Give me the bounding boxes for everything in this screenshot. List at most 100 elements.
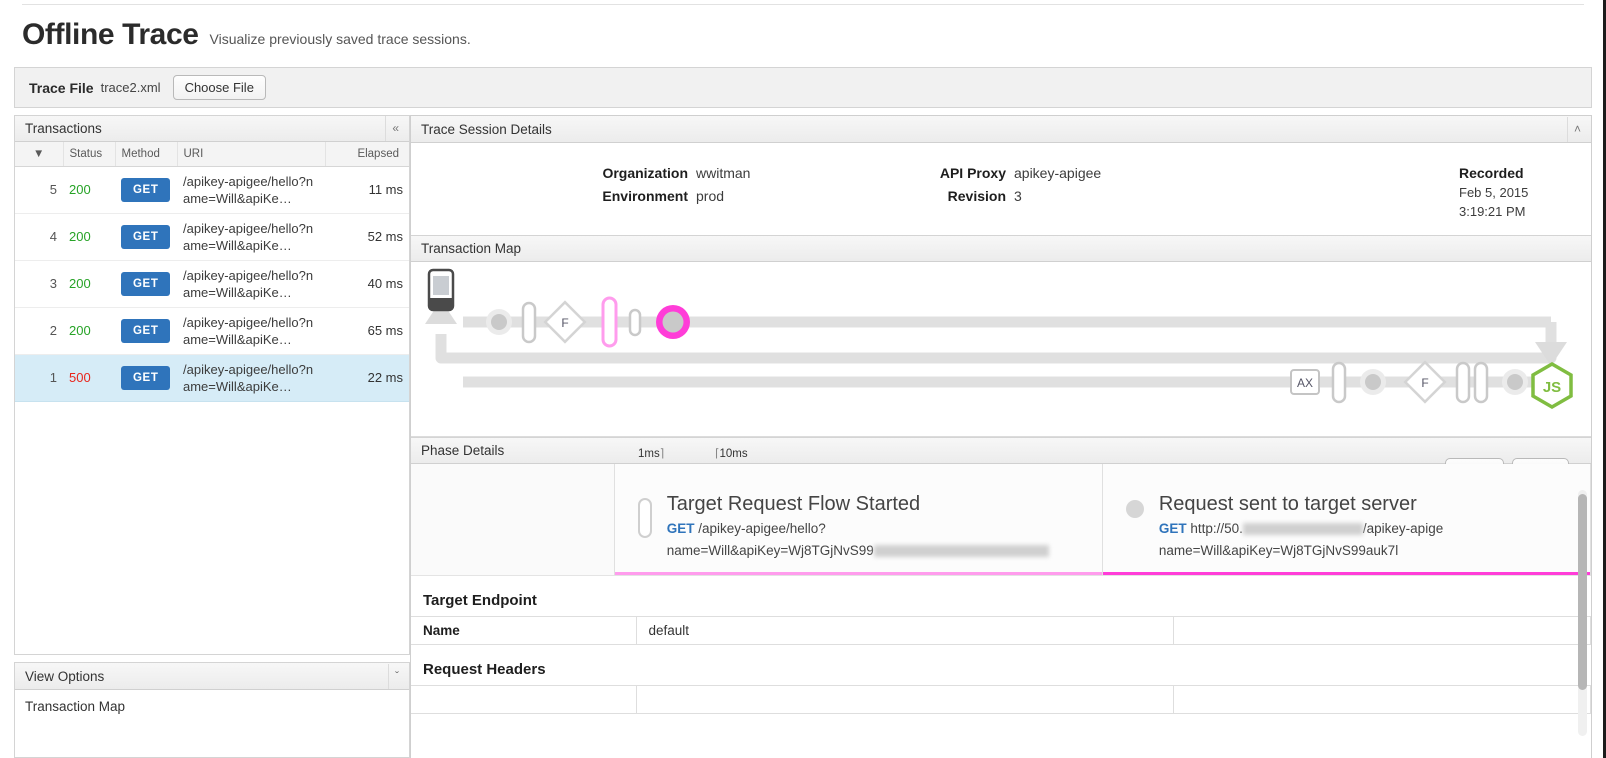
recorded-time: 3:19:21 PM <box>1459 204 1569 219</box>
row-key-blank <box>411 686 636 714</box>
phase-card-title: Target Request Flow Started <box>667 492 1049 516</box>
phase-card-request-line: GET http://50./apikey-apige <box>1159 519 1443 538</box>
method-badge[interactable]: GET <box>121 272 170 296</box>
phase-card-query-line: name=Will&apiKey=Wj8TGjNvS99 <box>667 541 1049 560</box>
row-number: 2 <box>15 307 63 354</box>
revision-value: 3 <box>1014 188 1022 204</box>
collapse-left-icon[interactable]: « <box>385 116 405 141</box>
transactions-table-header-row: ▼ Status Method URI Elapsed <box>15 142 409 166</box>
section-title-request-headers: Request Headers <box>411 645 1591 685</box>
phase-card-url: http://50. <box>1187 521 1243 536</box>
transaction-map-diagram[interactable]: F AX F <box>411 262 1591 437</box>
trace-detail-panel: Trace Session Details ˄ Organization wwi… <box>410 115 1592 758</box>
table-row <box>411 686 1591 714</box>
transactions-panel: Transactions « ▼ Status Method URI Elaps… <box>14 115 410 655</box>
row-method: GET <box>115 260 177 307</box>
flow-diamond-response: F <box>1405 362 1445 402</box>
nodejs-icon: JS <box>1533 364 1571 407</box>
choose-file-button[interactable]: Choose File <box>173 75 266 100</box>
method-badge[interactable]: GET <box>121 225 170 249</box>
column-sort-indicator[interactable]: ▼ <box>15 142 63 166</box>
api-proxy-label: API Proxy <box>906 165 1006 181</box>
session-row-environment: Environment prod <box>576 188 906 204</box>
session-row-api-proxy: API Proxy apikey-apigee <box>906 165 1236 181</box>
redacted-apikey <box>874 545 1049 557</box>
session-column-proxy: API Proxy apikey-apigee Revision 3 <box>906 165 1236 219</box>
revision-label: Revision <box>906 188 1006 204</box>
row-elapsed: 22 ms <box>325 354 409 401</box>
phase-card-url: /apikey-apigee/hello? <box>694 521 825 536</box>
table-row[interactable]: 4200GET/apikey-apigee/hello?name=Will&ap… <box>15 213 409 260</box>
transactions-table-body: 5200GET/apikey-apigee/hello?name=Will&ap… <box>15 166 409 401</box>
recorded-label: Recorded <box>1459 165 1569 181</box>
page-title: Offline Trace <box>22 18 199 52</box>
row-status: 200 <box>63 213 115 260</box>
transaction-map-body: F AX F <box>411 262 1591 437</box>
flow-diamond-request: F <box>545 302 585 342</box>
row-key-name: Name <box>411 617 636 645</box>
column-method[interactable]: Method <box>115 142 177 166</box>
column-elapsed[interactable]: Elapsed <box>325 142 409 166</box>
view-options-item-partial <box>25 720 399 734</box>
row-status: 200 <box>63 166 115 213</box>
table-row[interactable]: 3200GET/apikey-apigee/hello?name=Will&ap… <box>15 260 409 307</box>
collapse-view-options-icon[interactable]: ˇ <box>388 664 405 689</box>
page-header: Offline Trace Visualize previously saved… <box>22 18 471 60</box>
session-column-recorded: Recorded Feb 5, 2015 3:19:21 PM <box>1459 165 1569 219</box>
timeline-tick: 1ms⌉ <box>638 446 664 460</box>
organization-value: wwitman <box>696 165 750 181</box>
phone-icon <box>429 270 453 310</box>
table-row[interactable]: 2200GET/apikey-apigee/hello?name=Will&ap… <box>15 307 409 354</box>
row-spacer <box>1173 686 1591 714</box>
row-value-blank <box>636 686 1173 714</box>
transaction-map-header: Transaction Map <box>411 235 1591 262</box>
trace-file-name: trace2.xml <box>101 80 161 95</box>
transaction-map-title: Transaction Map <box>421 241 521 256</box>
phase-card-method: GET <box>667 521 695 536</box>
table-row[interactable]: 1500GET/apikey-apigee/hello?name=Will&ap… <box>15 354 409 401</box>
phase-cards-row: Target Request Flow Started GET /apikey-… <box>411 464 1591 576</box>
phase-card-empty <box>411 464 615 575</box>
transactions-panel-header: Transactions « <box>15 115 409 142</box>
environment-label: Environment <box>576 188 688 204</box>
row-number: 4 <box>15 213 63 260</box>
environment-value: prod <box>696 188 724 204</box>
method-badge[interactable]: GET <box>121 178 170 202</box>
filled-dot-icon <box>1125 492 1145 560</box>
phase-card-method: GET <box>1159 521 1187 536</box>
transactions-panel-title: Transactions <box>25 121 102 136</box>
section-title-target-endpoint: Target Endpoint <box>411 576 1591 616</box>
view-options-item-transaction-map[interactable]: Transaction Map <box>25 699 399 714</box>
phase-card-target-request-flow-started[interactable]: Target Request Flow Started GET /apikey-… <box>615 464 1103 575</box>
collapse-session-details-icon[interactable]: ˄ <box>1567 117 1587 142</box>
scrollbar-thumb[interactable] <box>1578 494 1587 690</box>
analytics-badge: AX <box>1291 370 1319 394</box>
method-badge[interactable]: GET <box>121 319 170 343</box>
phase-card-request-line: GET /apikey-apigee/hello? <box>667 519 1049 538</box>
session-column-org: Organization wwitman Environment prod <box>576 165 906 219</box>
table-row[interactable]: 5200GET/apikey-apigee/hello?name=Will&ap… <box>15 166 409 213</box>
phase-details-body: Target Request Flow Started GET /apikey-… <box>411 464 1591 758</box>
table-row: Name default <box>411 617 1591 645</box>
request-headers-table <box>411 685 1591 714</box>
top-divider <box>22 4 1584 5</box>
row-method: GET <box>115 166 177 213</box>
column-uri[interactable]: URI <box>177 142 325 166</box>
phase-card-query-line: name=Will&apiKey=Wj8TGjNvS99auk7l <box>1159 541 1443 560</box>
phase-card-title: Request sent to target server <box>1159 492 1443 516</box>
row-elapsed: 40 ms <box>325 260 409 307</box>
row-elapsed: 52 ms <box>325 213 409 260</box>
pill-outline-icon <box>637 492 653 560</box>
row-method: GET <box>115 213 177 260</box>
view-options-body: Transaction Map <box>15 690 409 743</box>
target-endpoint-table: Name default <box>411 616 1591 645</box>
row-method: GET <box>115 354 177 401</box>
method-badge[interactable]: GET <box>121 366 170 390</box>
phase-card-request-sent-to-target-server[interactable]: Request sent to target server GET http:/… <box>1103 464 1591 575</box>
row-value-name: default <box>636 617 1173 645</box>
svg-text:F: F <box>1421 376 1428 390</box>
phase-details-scrollbar[interactable] <box>1578 490 1587 736</box>
column-status[interactable]: Status <box>63 142 115 166</box>
organization-label: Organization <box>576 165 688 181</box>
svg-text:F: F <box>561 316 568 330</box>
